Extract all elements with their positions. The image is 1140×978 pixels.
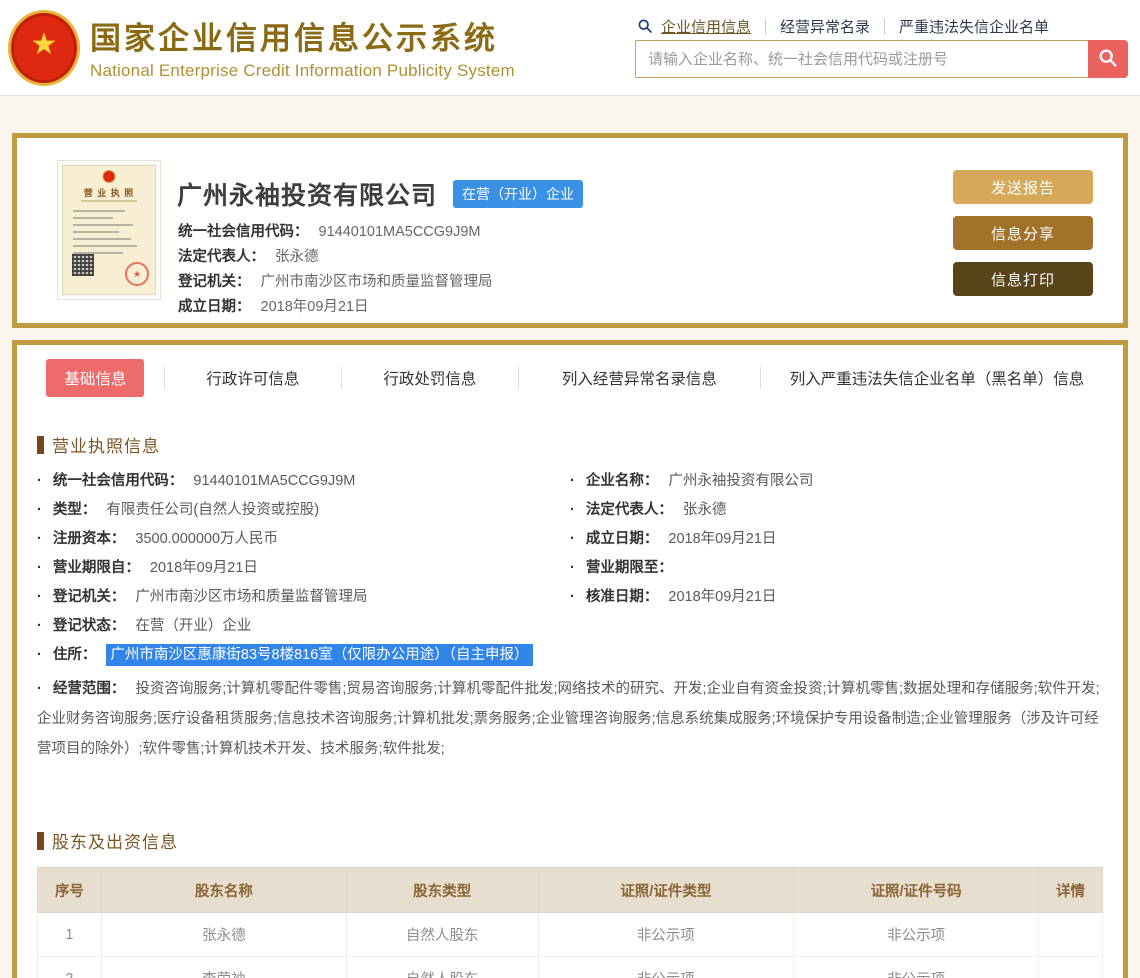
license-red-seal: ★ bbox=[125, 262, 149, 286]
field-establishment-date: 成立日期：2018年09月21日 bbox=[178, 299, 369, 315]
license-title: 营 业 执 照 bbox=[83, 188, 135, 198]
shareholders-table: 序号 股东名称 股东类型 证照/证件类型 证照/证件号码 详情 1 张永德 自然… bbox=[37, 867, 1103, 978]
search-icon bbox=[1097, 47, 1119, 72]
company-name: 广州永袖投资有限公司 bbox=[177, 182, 438, 210]
tab-serious-violations-blacklist-info[interactable]: 列入严重违法失信企业名单（黑名单）信息 bbox=[776, 359, 1099, 397]
field-registration-authority: 登记机关：广州市南沙区市场和质量监督管理局 bbox=[178, 274, 493, 290]
column-header-certificate-number: 证照/证件号码 bbox=[793, 867, 1040, 913]
section-header-shareholders: 股东及出资信息 bbox=[37, 828, 1103, 853]
cell-certificate-number: 非公示项 bbox=[793, 956, 1040, 978]
search-icon bbox=[637, 18, 653, 34]
field-registered-capital: 注册资本：3500.000000万人民币 bbox=[37, 525, 570, 554]
license-text-line bbox=[73, 224, 133, 226]
field-registration-status: 登记状态：在营（开业）企业 bbox=[37, 612, 570, 641]
field-establishment-date: 成立日期：2018年09月21日 bbox=[570, 525, 1103, 554]
cell-details bbox=[1038, 956, 1103, 978]
license-text-line bbox=[73, 217, 113, 219]
license-text-line bbox=[73, 245, 137, 247]
send-report-button[interactable]: 发送报告 bbox=[953, 170, 1093, 204]
cell-details bbox=[1038, 912, 1103, 957]
search-button[interactable] bbox=[1088, 40, 1128, 78]
tab-bar: 基础信息 行政许可信息 行政处罚信息 列入经营异常名录信息 列入严重违法失信企业… bbox=[17, 345, 1123, 410]
nav-link-serious-violations-list[interactable]: 严重违法失信企业名单 bbox=[899, 16, 1049, 37]
field-company-name: 企业名称：广州永袖投资有限公司 bbox=[570, 467, 1103, 496]
cell-index: 2 bbox=[37, 956, 102, 978]
section-bar-icon bbox=[37, 831, 44, 850]
nav-separator bbox=[765, 18, 767, 34]
field-legal-representative: 法定代表人：张永德 bbox=[570, 496, 1103, 525]
action-buttons: 发送报告 信息分享 信息打印 bbox=[953, 170, 1093, 308]
emblem-star-icon: ★ bbox=[30, 28, 58, 61]
address-value-highlighted: 广州市南沙区惠康街83号8楼816室（仅限办公用途）（自主申报） bbox=[106, 644, 533, 666]
tab-administrative-license-info[interactable]: 行政许可信息 bbox=[192, 359, 313, 397]
table-header-row: 序号 股东名称 股东类型 证照/证件类型 证照/证件号码 详情 bbox=[37, 867, 1103, 913]
cell-shareholder-name: 李荣袖 bbox=[100, 956, 347, 978]
cell-certificate-number: 非公示项 bbox=[793, 912, 1040, 957]
info-print-button[interactable]: 信息打印 bbox=[953, 262, 1093, 296]
license-text-line bbox=[73, 231, 119, 233]
field-approval-date: 核准日期：2018年09月21日 bbox=[570, 583, 1103, 612]
top-nav: 企业信用信息 经营异常名录 严重违法失信企业名单 bbox=[637, 16, 1049, 36]
section-title: 营业执照信息 bbox=[52, 437, 160, 456]
field-business-term-from: 营业期限自：2018年09月21日 bbox=[37, 554, 570, 583]
tab-abnormal-operations-info[interactable]: 列入经营异常名录信息 bbox=[548, 359, 731, 397]
page: { "header": { "site_title": "国家企业信用信息公示系… bbox=[0, 0, 1140, 978]
license-qr-code bbox=[72, 254, 94, 276]
column-header-shareholder-type: 股东类型 bbox=[345, 867, 539, 913]
license-emblem-icon bbox=[102, 170, 116, 183]
business-license-thumbnail: 营 业 执 照 ★ bbox=[57, 160, 161, 300]
table-row: 1 张永德 自然人股东 非公示项 非公示项 bbox=[37, 912, 1103, 957]
nav-link-abnormal-operations-list[interactable]: 经营异常名录 bbox=[780, 16, 870, 37]
summary-fields: 统一社会信用代码： 91440101MA5CCG9J9M 法定代表人： 张永德 登记… bbox=[178, 220, 493, 320]
column-header-index: 序号 bbox=[37, 867, 102, 913]
cell-index: 1 bbox=[37, 912, 102, 957]
section-bar-icon bbox=[37, 435, 44, 454]
site-title-block: 国家企业信用信息公示系统 National Enterprise Credit … bbox=[90, 13, 515, 81]
search-input[interactable] bbox=[635, 40, 1088, 78]
field-business-term-to: 营业期限至： bbox=[570, 554, 1103, 583]
national-emblem-logo: ★ bbox=[8, 10, 80, 86]
field-registration-authority: 登记机关：广州市南沙区市场和质量监督管理局 bbox=[37, 583, 570, 612]
section-title: 股东及出资信息 bbox=[52, 833, 178, 852]
field-unified-social-credit-code: 统一社会信用代码：91440101MA5CCG9J9M bbox=[178, 224, 481, 240]
field-company-type: 类型：有限责任公司(自然人投资或控股) bbox=[37, 496, 570, 525]
license-paper: 营 业 执 照 ★ bbox=[62, 165, 156, 295]
field-business-scope: 经营范围：投资咨询服务;计算机零配件零售;贸易咨询服务;计算机零配件批发;网络技… bbox=[37, 674, 1103, 764]
nav-separator bbox=[884, 18, 886, 34]
cell-shareholder-type: 自然人股东 bbox=[345, 912, 539, 957]
detail-body: 营业执照信息 统一社会信用代码：91440101MA5CCG9J9M 企业名称：… bbox=[17, 432, 1123, 978]
license-subline bbox=[81, 200, 137, 202]
site-subtitle: National Enterprise Credit Information P… bbox=[90, 61, 515, 80]
field-unified-social-credit-code: 统一社会信用代码：91440101MA5CCG9J9M bbox=[37, 467, 570, 496]
company-head: 广州永袖投资有限公司 在营（开业）企业 bbox=[177, 176, 584, 212]
cell-shareholder-name: 张永德 bbox=[100, 912, 347, 957]
column-header-shareholder-name: 股东名称 bbox=[100, 867, 347, 913]
license-text-line bbox=[73, 210, 125, 212]
field-address: 住所：广州市南沙区惠康街83号8楼816室（仅限办公用途）（自主申报） bbox=[37, 641, 1103, 670]
table-row: 2 李荣袖 自然人股东 非公示项 非公示项 bbox=[37, 956, 1103, 978]
detail-card: 基础信息 行政许可信息 行政处罚信息 列入经营异常名录信息 列入严重违法失信企业… bbox=[12, 340, 1128, 978]
license-field-grid: 统一社会信用代码：91440101MA5CCG9J9M 企业名称：广州永袖投资有… bbox=[37, 467, 1103, 641]
field-legal-representative: 法定代表人：张永德 bbox=[178, 249, 319, 265]
section-header-business-license: 营业执照信息 bbox=[37, 432, 1103, 457]
company-status-badge: 在营（开业）企业 bbox=[453, 180, 584, 208]
search-bar bbox=[635, 40, 1128, 78]
license-text-line bbox=[73, 238, 131, 240]
cell-certificate-type: 非公示项 bbox=[537, 912, 795, 957]
cell-certificate-type: 非公示项 bbox=[537, 956, 795, 978]
site-title: 国家企业信用信息公示系统 bbox=[90, 21, 498, 56]
nav-link-enterprise-credit-info[interactable]: 企业信用信息 bbox=[661, 16, 751, 37]
tab-administrative-penalty-info[interactable]: 行政处罚信息 bbox=[369, 359, 490, 397]
cell-shareholder-type: 自然人股东 bbox=[345, 956, 539, 978]
tab-basic-info[interactable]: 基础信息 bbox=[46, 359, 145, 397]
column-header-details: 详情 bbox=[1038, 867, 1103, 913]
company-summary-card: 营 业 执 照 ★ 广州永袖投资有限公司 在营（开业）企业 统一社会信用代码： 9… bbox=[12, 133, 1128, 328]
info-share-button[interactable]: 信息分享 bbox=[953, 216, 1093, 250]
column-header-certificate-type: 证照/证件类型 bbox=[537, 867, 795, 913]
site-header: ★ 国家企业信用信息公示系统 National Enterprise Credi… bbox=[0, 0, 1140, 96]
